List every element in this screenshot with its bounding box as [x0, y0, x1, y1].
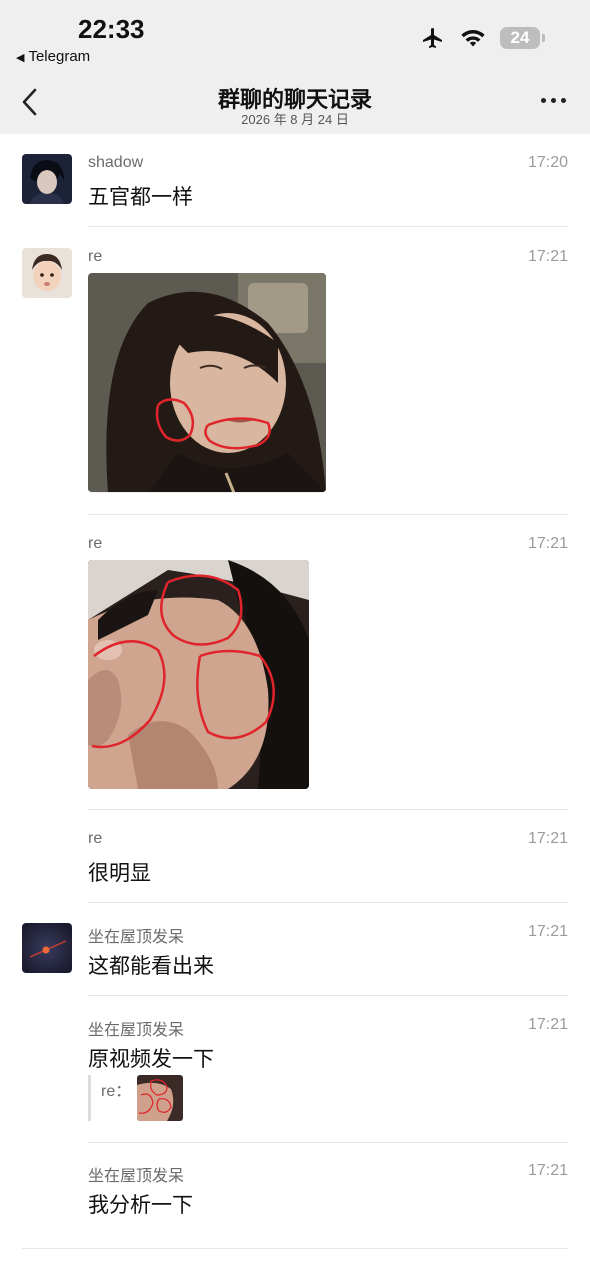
message-time: 17:21	[527, 248, 568, 265]
back-app-label: Telegram	[28, 48, 91, 65]
back-to-app-link[interactable]: ◀ Telegram	[16, 48, 90, 65]
message-time: 17:21	[527, 1016, 568, 1033]
message-text[interactable]: 这都能看出来	[88, 950, 214, 980]
status-icons: 24	[420, 26, 545, 50]
divider	[88, 902, 568, 903]
divider	[88, 226, 568, 227]
page-subtitle-date: 2026 年 8 月 24 日	[241, 112, 349, 127]
message-photo[interactable]	[88, 560, 309, 789]
message-item: 坐在屋顶发呆 17:21 这都能看出来	[0, 919, 590, 997]
clock: 22:33	[78, 14, 145, 44]
divider	[88, 514, 568, 515]
message-time: 17:21	[527, 1162, 568, 1179]
message-item: re 17:21	[0, 244, 590, 516]
status-bar: 22:33 ◀ Telegram 24	[0, 0, 590, 72]
message-time: 17:21	[527, 830, 568, 847]
message-text[interactable]: 五官都一样	[88, 181, 193, 211]
message-photo[interactable]	[88, 273, 326, 493]
sender-name: 坐在屋顶发呆	[88, 929, 185, 946]
avatar[interactable]	[22, 154, 72, 204]
quote-thumbnail[interactable]	[137, 1075, 184, 1121]
avatar[interactable]	[22, 923, 72, 973]
sender-name: 坐在屋顶发呆	[88, 1168, 185, 1185]
message-text[interactable]: 很明显	[88, 857, 151, 887]
wifi-icon	[461, 30, 485, 47]
sender-name: re	[88, 535, 103, 552]
quote-sender: re：	[101, 1083, 132, 1100]
quoted-reply[interactable]: re：	[88, 1075, 184, 1121]
sender-name: 坐在屋顶发呆	[88, 1022, 185, 1039]
message-item: re 17:21 很明显	[0, 826, 590, 904]
message-time: 17:20	[527, 154, 568, 171]
airplane-icon	[423, 28, 442, 48]
message-item: shadow 17:20 五官都一样	[0, 150, 590, 228]
sender-name: re	[88, 248, 103, 265]
back-triangle-icon: ◀	[16, 52, 25, 64]
message-text[interactable]: 我分析一下	[88, 1189, 193, 1219]
message-item: re 17:21	[0, 531, 590, 811]
nav-bar: 群聊的聊天记录 2026 年 8 月 24 日	[0, 72, 590, 134]
message-time: 17:21	[527, 923, 568, 940]
message-item: 坐在屋顶发呆 17:21 原视频发一下 re：	[0, 1012, 590, 1144]
bottom-divider	[22, 1248, 568, 1249]
divider	[88, 995, 568, 996]
divider	[88, 1142, 568, 1143]
sender-name: shadow	[88, 154, 144, 171]
avatar[interactable]	[22, 248, 72, 298]
message-item: 坐在屋顶发呆 17:21 我分析一下	[0, 1158, 590, 1238]
battery-indicator: 24	[500, 27, 545, 49]
divider	[88, 809, 568, 810]
message-text[interactable]: 原视频发一下	[88, 1043, 214, 1073]
message-time: 17:21	[527, 535, 568, 552]
more-options-icon[interactable]	[541, 98, 566, 103]
sender-name: re	[88, 830, 103, 847]
